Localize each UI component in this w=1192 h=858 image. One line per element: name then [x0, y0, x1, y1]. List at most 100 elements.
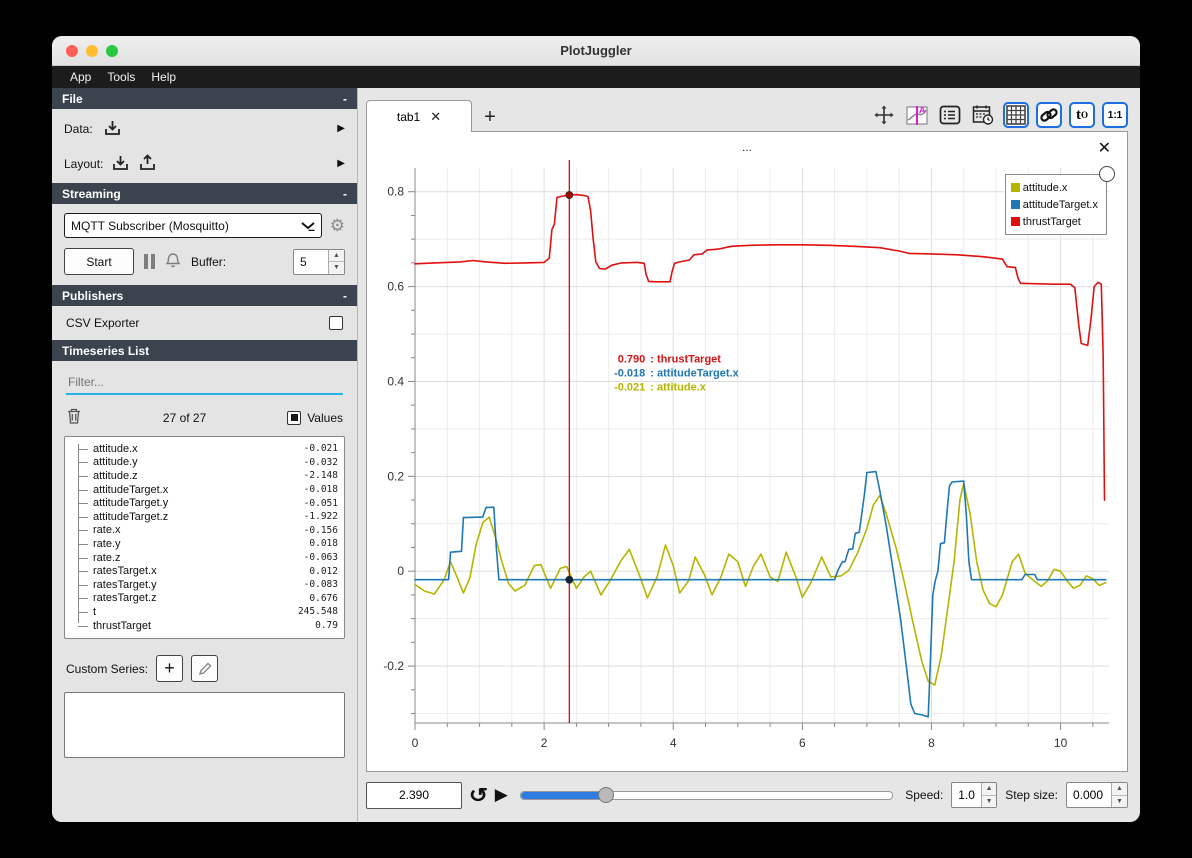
x-tick-label: 8	[928, 736, 935, 750]
time-offset-icon[interactable]: tO	[1069, 102, 1095, 128]
time-field[interactable]: 2.390	[366, 781, 462, 809]
file-section-header[interactable]: File -	[52, 88, 357, 109]
timeseries-row[interactable]: t 245.548	[69, 605, 338, 619]
menu-help[interactable]: Help	[143, 70, 184, 84]
data-expand-arrow-icon[interactable]: ▶	[337, 123, 345, 134]
link-icon[interactable]	[1036, 102, 1062, 128]
ratio-1-1-icon[interactable]: 1:1	[1102, 102, 1128, 128]
timeseries-row[interactable]: attitudeTarget.y -0.051	[69, 496, 338, 510]
main-area: tab1 ✕ + A t O 1:1 ... ✕ 0 2 4 6 8 10 -0…	[358, 88, 1140, 822]
y-tick-label: 0.8	[387, 185, 404, 199]
csv-exporter-checkbox[interactable]	[329, 316, 343, 330]
legend-label: attitude.x	[1022, 181, 1068, 194]
add-tab-button[interactable]: +	[472, 102, 508, 132]
x-tick-label: 2	[541, 736, 548, 750]
y-tick-label: 0.4	[387, 374, 404, 388]
layout-expand-arrow-icon[interactable]: ▶	[337, 158, 345, 169]
x-tick-label: 10	[1054, 736, 1068, 750]
timeseries-name: ratesTarget.y	[93, 578, 157, 591]
tab-close-icon[interactable]: ✕	[430, 109, 441, 125]
buffer-value: 5	[300, 254, 307, 269]
y-tick-label: -0.2	[383, 659, 404, 673]
timeseries-row[interactable]: attitude.y -0.032	[69, 456, 338, 470]
grid-layout-icon[interactable]	[1003, 102, 1029, 128]
timeseries-row[interactable]: rate.x -0.156	[69, 524, 338, 538]
pause-icon[interactable]	[144, 254, 155, 269]
add-custom-series-button[interactable]: +	[156, 655, 184, 683]
chevron-down-icon	[301, 221, 315, 231]
publishers-section-header[interactable]: Publishers -	[52, 285, 357, 306]
timeseries-name: attitude.z	[93, 469, 138, 482]
timeseries-row[interactable]: rate.y 0.018	[69, 537, 338, 551]
loop-icon[interactable]: ↺	[469, 783, 488, 808]
datetime-icon[interactable]	[970, 102, 996, 128]
notifications-bell-icon[interactable]	[165, 252, 181, 272]
x-tick-label: 6	[799, 736, 806, 750]
timeseries-row[interactable]: attitude.x -0.021	[69, 442, 338, 456]
slider-handle[interactable]	[597, 787, 614, 803]
tab-label: tab1	[396, 109, 421, 124]
timeseries-name: attitude.y	[93, 456, 138, 469]
filter-input[interactable]	[66, 371, 343, 393]
trash-icon[interactable]	[66, 407, 82, 428]
timeseries-value: 0.79	[315, 620, 338, 632]
collapse-icon: -	[343, 288, 347, 303]
timeseries-row[interactable]: attitudeTarget.z -1.922	[69, 510, 338, 524]
custom-series-list[interactable]	[64, 692, 345, 759]
layout-load-icon[interactable]	[111, 154, 130, 173]
legend-entry[interactable]: attitude.x	[1010, 179, 1098, 196]
timeseries-row[interactable]: attitudeTarget.x -0.018	[69, 483, 338, 497]
data-load-icon[interactable]	[103, 119, 122, 138]
timeseries-row[interactable]: ratesTarget.y -0.083	[69, 578, 338, 592]
timeseries-row[interactable]: ratesTarget.x 0.012	[69, 564, 338, 578]
timeseries-value: -0.156	[303, 524, 338, 536]
streaming-settings-gear-icon[interactable]: ⚙	[330, 216, 345, 236]
tab-tab1[interactable]: tab1 ✕	[366, 100, 472, 132]
timeseries-name: attitudeTarget.y	[93, 497, 169, 510]
y-tick-label: 0.6	[387, 280, 404, 294]
plot-canvas[interactable]: 0 2 4 6 8 10 -0.2 0 0.2 0.4 0.6 0.8 0.790: thrustTar…	[369, 158, 1125, 767]
tab-strip: tab1 ✕ + A t O 1:1	[366, 98, 1128, 132]
timeseries-section-header[interactable]: Timeseries List	[52, 340, 357, 361]
legend-entry[interactable]: thrustTarget	[1010, 213, 1098, 230]
timeseries-row[interactable]: attitude.z -2.148	[69, 469, 338, 483]
legend-entry[interactable]: attitudeTarget.x	[1010, 196, 1098, 213]
timeseries-row[interactable]: rate.z -0.063	[69, 551, 338, 565]
step-up-button[interactable]: ▲	[1112, 783, 1127, 796]
speed-down-button[interactable]: ▼	[981, 795, 997, 807]
layout-save-icon[interactable]	[138, 154, 157, 173]
legend-handle-icon[interactable]	[1099, 166, 1115, 182]
time-slider[interactable]	[519, 785, 894, 805]
streaming-section-header[interactable]: Streaming -	[52, 183, 357, 204]
plot-close-icon[interactable]: ✕	[1098, 138, 1111, 158]
plot-legend[interactable]: attitude.x attitudeTarget.x thrustTarget	[1004, 166, 1115, 235]
menu-app[interactable]: App	[62, 70, 99, 84]
timeseries-row[interactable]: thrustTarget 0.79	[69, 619, 338, 633]
play-button[interactable]: ▶	[495, 785, 508, 805]
timeseries-name: attitudeTarget.x	[93, 483, 169, 496]
step-down-button[interactable]: ▼	[1112, 795, 1127, 807]
collapse-icon: -	[343, 186, 347, 201]
buffer-down-button[interactable]: ▼	[329, 262, 344, 274]
buffer-spinbox[interactable]: 5 ▲ ▼	[293, 248, 345, 275]
menu-tools[interactable]: Tools	[99, 70, 143, 84]
start-button[interactable]: Start	[64, 248, 134, 275]
move-icon[interactable]	[871, 102, 897, 128]
speed-up-button[interactable]: ▲	[981, 783, 997, 796]
list-icon[interactable]	[937, 102, 963, 128]
step-size-spinbox[interactable]: 0.000 ▲ ▼	[1066, 782, 1128, 808]
timeseries-row[interactable]: ratesTarget.z 0.676	[69, 592, 338, 606]
values-checkbox[interactable]	[287, 410, 302, 425]
timeseries-name: rate.z	[93, 551, 121, 564]
tracker-style-icon[interactable]: A	[904, 102, 930, 128]
timeseries-name: attitudeTarget.z	[93, 510, 169, 523]
legend-color-swatch	[1010, 200, 1020, 209]
buffer-label: Buffer:	[191, 254, 227, 269]
edit-custom-series-button[interactable]	[191, 655, 219, 683]
streaming-source-select[interactable]: MQTT Subscriber (Mosquitto)	[64, 213, 322, 238]
buffer-up-button[interactable]: ▲	[329, 249, 344, 262]
speed-spinbox[interactable]: 1.0 ▲ ▼	[951, 782, 998, 808]
step-size-label: Step size:	[1005, 788, 1058, 802]
tracker-point-thrustTarget	[565, 191, 574, 199]
timeseries-value: -0.018	[303, 484, 338, 496]
